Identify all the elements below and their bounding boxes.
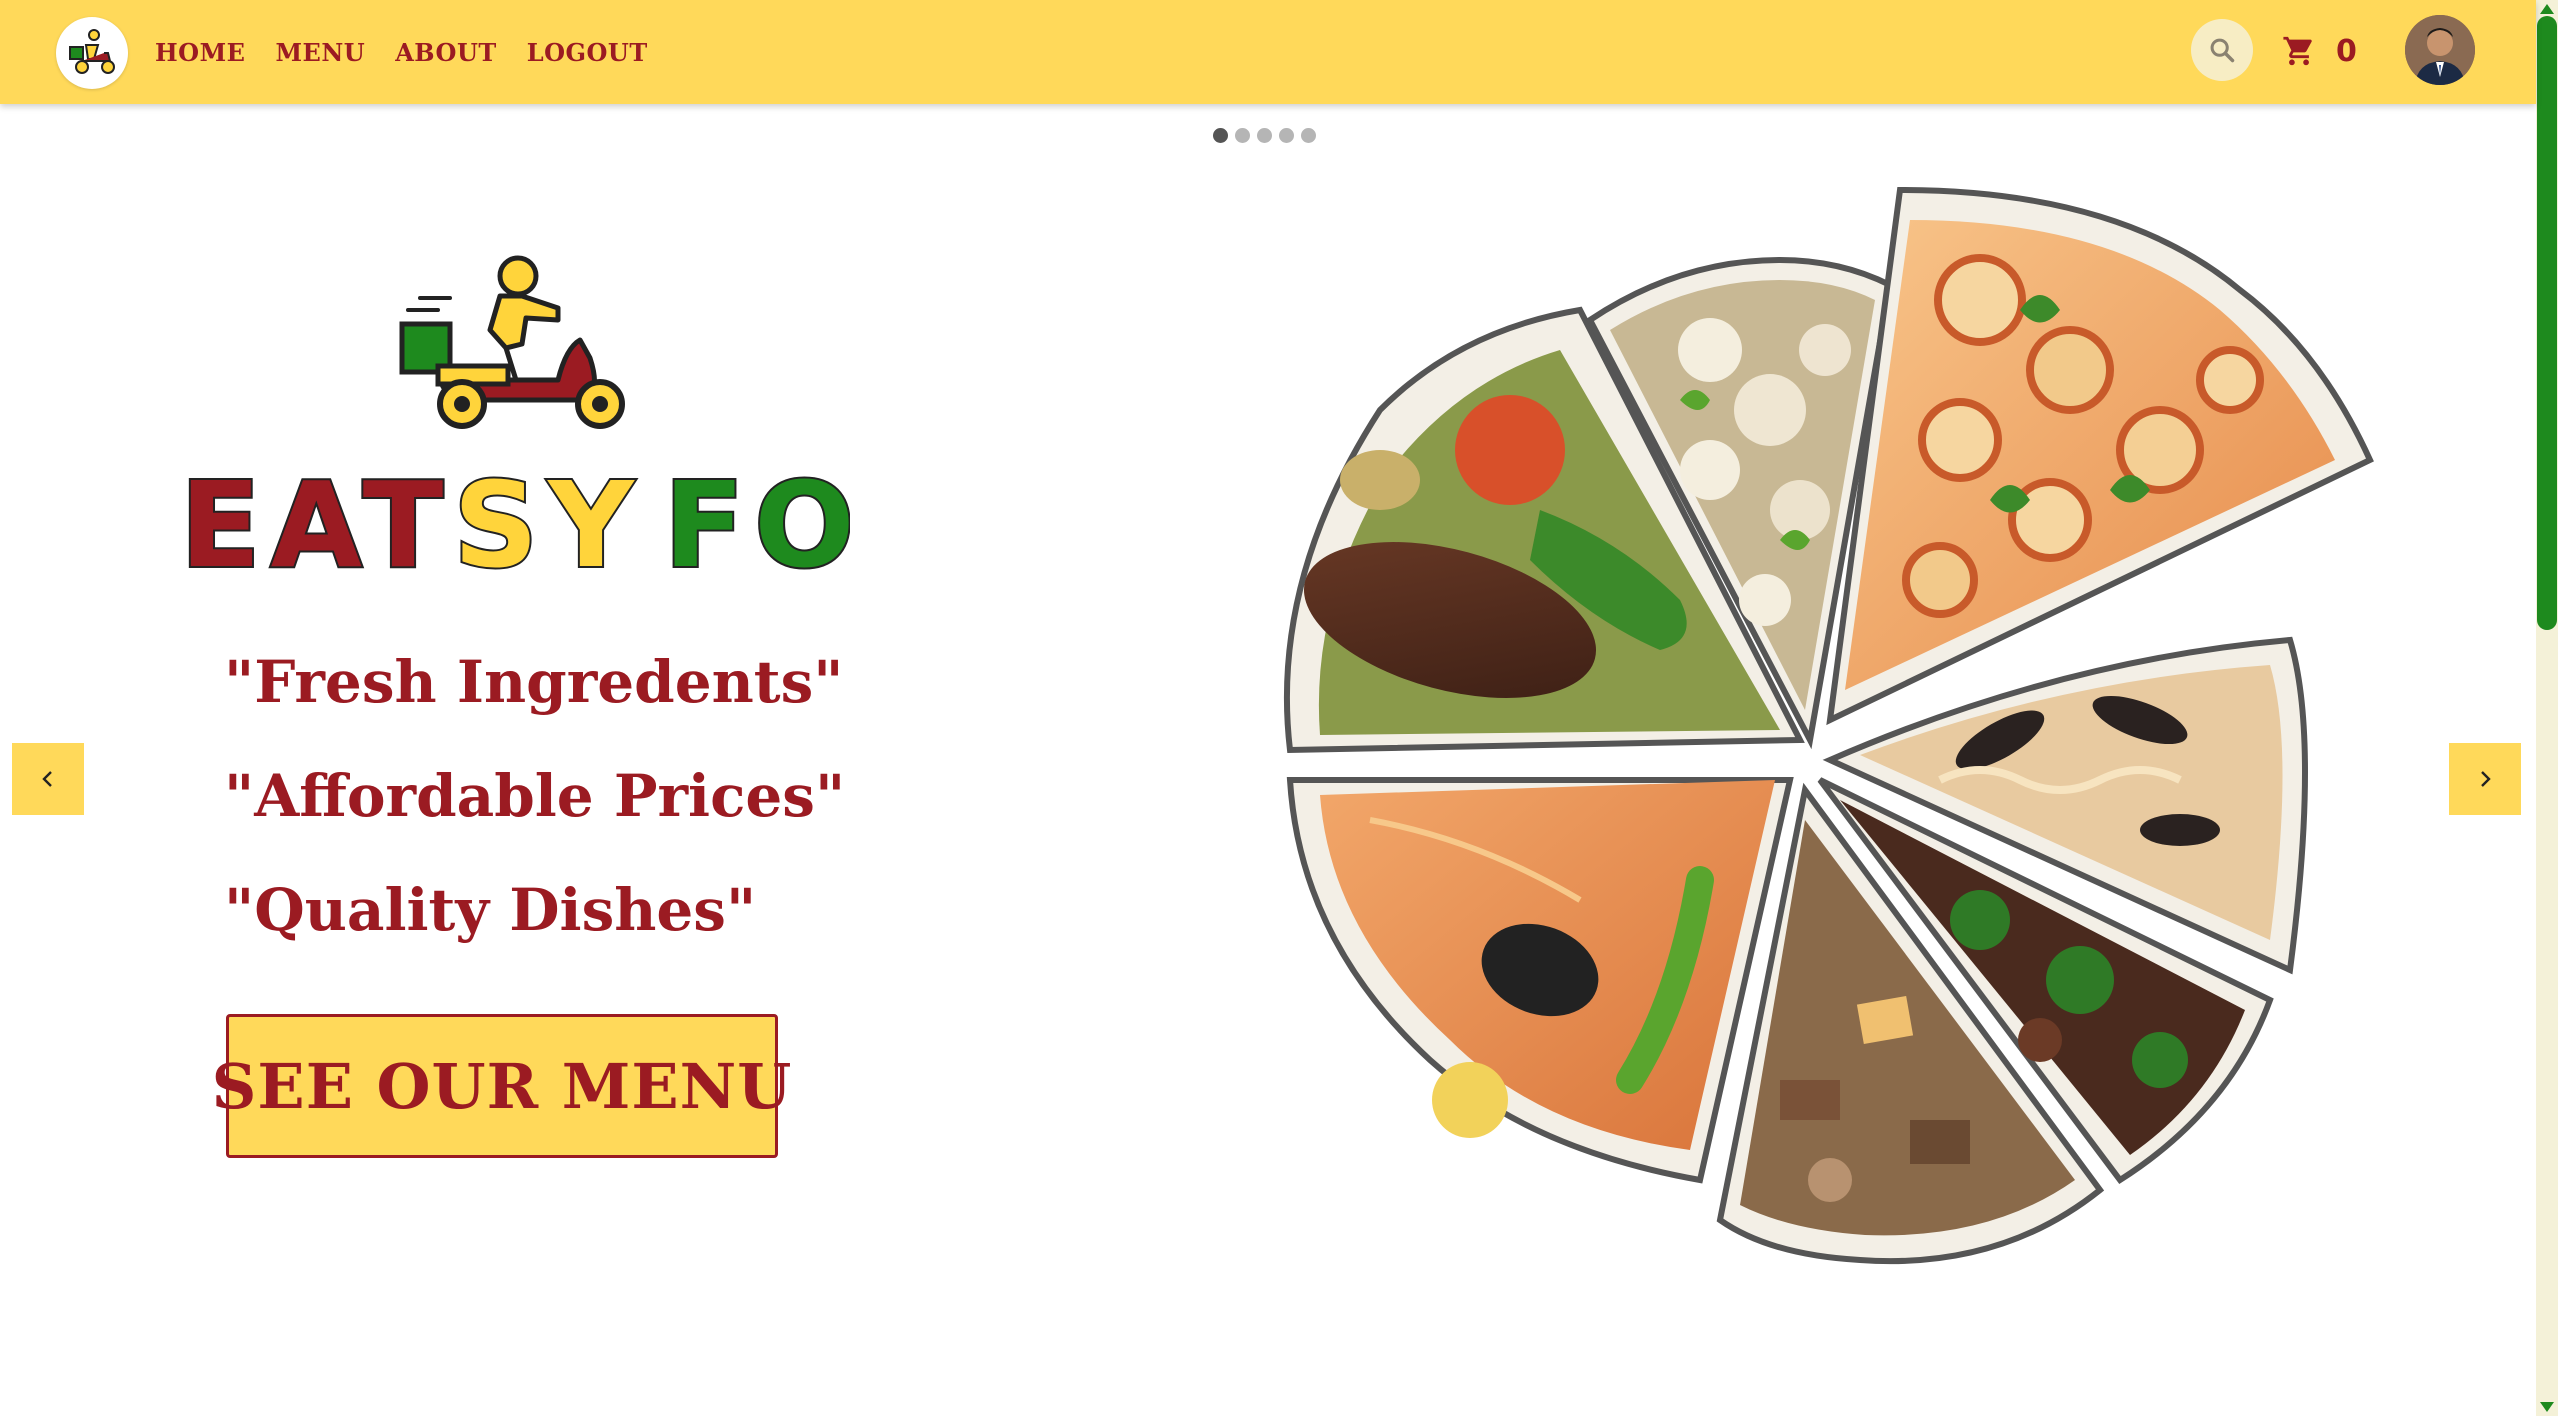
user-avatar[interactable] <box>2405 15 2475 85</box>
cart-count: 0 <box>2336 33 2357 69</box>
chevron-left-icon <box>42 771 52 787</box>
carousel-prev-button[interactable] <box>12 743 84 815</box>
scrollbar[interactable] <box>2536 0 2558 1416</box>
nav-link-menu[interactable]: MENU <box>275 38 365 67</box>
svg-text:EATSYFOOD: EATSYFOOD <box>180 456 850 578</box>
carousel-indicator-5[interactable] <box>1301 128 1316 143</box>
tagline-affordable: "Affordable Prices" <box>224 762 846 830</box>
logo-text-food: FOOD <box>664 456 850 578</box>
chevron-right-icon <box>2481 771 2491 787</box>
cart-icon <box>2283 36 2312 66</box>
food-wheel-image <box>1283 186 2374 1265</box>
nav-links: HOME MENU ABOUT LOGOUT <box>155 0 648 104</box>
scroll-up-arrow-icon[interactable] <box>2540 4 2554 14</box>
carousel-indicator-2[interactable] <box>1235 128 1250 143</box>
see-our-menu-button[interactable]: SEE OUR MENU <box>212 1014 791 1158</box>
logo-text-sy: SY <box>453 456 643 578</box>
carousel-indicators <box>1213 128 1316 143</box>
delivery-scooter-icon <box>69 29 115 74</box>
search-button[interactable] <box>2191 19 2253 81</box>
cart-button[interactable]: 0 <box>2282 26 2357 76</box>
carousel-indicator-1[interactable] <box>1213 128 1228 143</box>
nav-link-home[interactable]: HOME <box>155 38 245 67</box>
logo-text-eat: EAT <box>180 456 453 578</box>
nav-link-logout[interactable]: LOGOUT <box>527 38 648 67</box>
carousel-next-button[interactable] <box>2449 743 2521 815</box>
search-icon <box>2210 38 2235 63</box>
tagline-quality: "Quality Dishes" <box>224 876 757 944</box>
tagline-fresh: "Fresh Ingredents" <box>224 648 844 716</box>
scrollbar-thumb[interactable] <box>2537 16 2557 630</box>
carousel-indicator-3[interactable] <box>1257 128 1272 143</box>
top-navbar: HOME MENU ABOUT LOGOUT 0 <box>0 0 2536 104</box>
carousel-indicator-4[interactable] <box>1279 128 1294 143</box>
eatsy-food-logo: EATSYFOOD <box>178 255 850 578</box>
scroll-down-arrow-icon[interactable] <box>2540 1402 2554 1412</box>
nav-link-about[interactable]: ABOUT <box>395 38 497 67</box>
nav-logo[interactable] <box>56 17 128 89</box>
avatar-photo <box>2405 15 2475 85</box>
